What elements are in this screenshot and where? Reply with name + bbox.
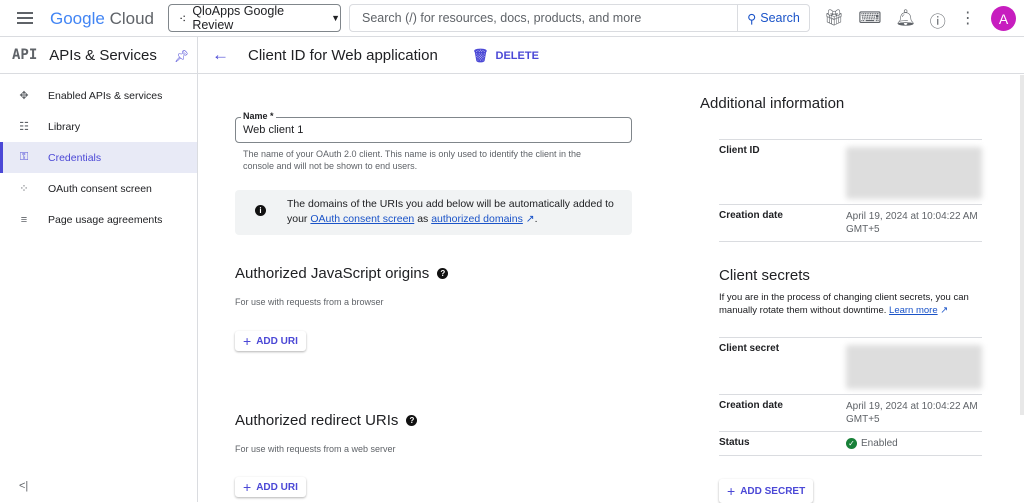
sidebar: API APIs & Services 📌︎ ✥ Enabled APIs & se… bbox=[0, 37, 198, 502]
add-redirect-uri-button[interactable]: + ADD URI bbox=[235, 477, 306, 497]
back-arrow-icon[interactable]: ← bbox=[212, 45, 229, 65]
trash-icon: 🗑︎ bbox=[472, 48, 489, 63]
avatar[interactable]: A bbox=[991, 6, 1016, 31]
status-label: Status bbox=[719, 437, 750, 448]
check-circle-icon: ✓ bbox=[846, 438, 857, 449]
name-help: The name of your OAuth 2.0 client. This … bbox=[243, 149, 582, 171]
client-secret-label: Client secret bbox=[719, 343, 780, 354]
logo-google: Google bbox=[50, 9, 105, 28]
help-icon[interactable]: ? bbox=[437, 268, 449, 279]
redirect-uris-heading: Authorized redirect URIs? bbox=[235, 412, 418, 429]
client-secrets-title: Client secrets bbox=[719, 267, 810, 284]
redirect-uris-title: Authorized redirect URIs bbox=[235, 412, 399, 429]
sidebar-item-label: Enabled APIs & services bbox=[48, 89, 163, 102]
client-secret-row: Client secret bbox=[719, 337, 982, 394]
delete-label: DELETE bbox=[495, 50, 539, 62]
terminal-icon[interactable]: ⌨ bbox=[858, 8, 881, 32]
name-value: Web client 1 bbox=[243, 124, 304, 136]
sidebar-item-credentials[interactable]: ⚿ Credentials bbox=[0, 142, 197, 173]
status-value: Enabled bbox=[861, 438, 898, 449]
client-id-row: Client ID bbox=[719, 139, 982, 204]
creation-date-label: Creation date bbox=[719, 210, 783, 221]
more-vert-icon[interactable]: ⋮ bbox=[960, 8, 976, 32]
scrollbar[interactable] bbox=[1020, 75, 1024, 415]
js-origins-title: Authorized JavaScript origins bbox=[235, 265, 430, 282]
js-origins-sub: For use with requests from a browser bbox=[235, 297, 384, 307]
status-row: Status ✓ Enabled bbox=[719, 431, 982, 455]
sidebar-title: APIs & Services bbox=[49, 46, 157, 64]
add-secret-label: ADD SECRET bbox=[740, 485, 806, 497]
search-placeholder: Search (/) for resources, docs, products… bbox=[362, 11, 642, 25]
secret-creation-value: April 19, 2024 at 10:04:22 AM GMT+5 bbox=[846, 401, 978, 425]
sidebar-item-label: Library bbox=[48, 120, 81, 133]
library-icon: ☷ bbox=[19, 121, 29, 133]
learn-more-link[interactable]: Learn more bbox=[889, 305, 938, 316]
gift-icon[interactable]: 🎁︎ bbox=[824, 8, 844, 32]
plus-icon: + bbox=[243, 333, 252, 349]
page-header: ← Client ID for Web application 🗑︎ DELETE bbox=[198, 37, 1024, 74]
page-title: Client ID for Web application bbox=[248, 47, 438, 64]
help-icon[interactable]: ? bbox=[406, 415, 418, 426]
creation-date-row: Creation date April 19, 2024 at 10:04:22 … bbox=[719, 204, 982, 241]
add-js-uri-button[interactable]: + ADD URI bbox=[235, 331, 306, 351]
info-icon: i bbox=[255, 205, 266, 216]
secret-creation-row: Creation date April 19, 2024 at 10:04:22 … bbox=[719, 394, 982, 431]
collapse-sidebar-icon[interactable]: <| bbox=[19, 480, 28, 492]
google-cloud-logo[interactable]: Google Cloud bbox=[50, 9, 154, 29]
menu-icon[interactable] bbox=[17, 12, 33, 24]
pin-icon[interactable]: 📌︎ bbox=[174, 49, 189, 63]
external-link-icon: ↗ bbox=[937, 305, 949, 316]
info-banner: i The domains of the URIs you add below w… bbox=[235, 190, 632, 235]
search-input[interactable]: Search (/) for resources, docs, products… bbox=[349, 4, 810, 32]
sidebar-item-oauth-consent[interactable]: ⁘ OAuth consent screen bbox=[0, 173, 197, 204]
client-secrets-desc: If you are in the process of changing cl… bbox=[719, 291, 984, 317]
search-icon: ⚲ bbox=[747, 11, 757, 26]
secret-creation-label: Creation date bbox=[719, 400, 783, 411]
consent-icon: ⁘ bbox=[19, 183, 29, 195]
project-picker[interactable]: ⁖ QloApps Google Review ▼ bbox=[168, 4, 341, 32]
sidebar-item-library[interactable]: ☷ Library bbox=[0, 111, 197, 142]
name-label: Name * bbox=[241, 111, 276, 121]
sidebar-item-label: Credentials bbox=[48, 151, 102, 164]
key-icon: ⚿ bbox=[19, 151, 29, 163]
sidebar-item-enabled-apis[interactable]: ✥ Enabled APIs & services bbox=[0, 80, 197, 111]
api-logo: API bbox=[12, 47, 38, 63]
apis-icon: ✥ bbox=[19, 90, 29, 102]
delete-button[interactable]: 🗑︎ DELETE bbox=[472, 48, 539, 64]
add-uri-label: ADD URI bbox=[256, 335, 298, 347]
js-origins-heading: Authorized JavaScript origins? bbox=[235, 265, 449, 282]
search-button[interactable]: ⚲ Search bbox=[737, 5, 809, 31]
bell-icon[interactable]: 🔔︎ bbox=[895, 8, 915, 32]
sidebar-item-label: Page usage agreements bbox=[48, 213, 163, 226]
additional-info-title: Additional information bbox=[700, 95, 845, 112]
external-link-icon: ↗ bbox=[522, 213, 535, 225]
add-secret-button[interactable]: + ADD SECRET bbox=[719, 479, 814, 503]
project-icon: ⁖ bbox=[179, 11, 187, 26]
client-secret-value-redacted bbox=[846, 343, 982, 389]
client-id-label: Client ID bbox=[719, 145, 760, 156]
logo-cloud: Cloud bbox=[109, 9, 154, 28]
project-name: QloApps Google Review bbox=[192, 4, 285, 32]
help-icon[interactable]: ⓘ bbox=[930, 8, 946, 32]
add-uri-label: ADD URI bbox=[256, 481, 298, 493]
plus-icon: + bbox=[727, 483, 736, 499]
sidebar-item-label: OAuth consent screen bbox=[48, 182, 152, 195]
name-input[interactable]: Name * Web client 1 bbox=[235, 111, 632, 143]
client-id-value-redacted bbox=[846, 145, 982, 199]
authorized-domains-link[interactable]: authorized domains bbox=[431, 213, 523, 225]
sidebar-item-page-usage[interactable]: ≡ Page usage agreements bbox=[0, 204, 197, 235]
oauth-consent-link[interactable]: OAuth consent screen bbox=[310, 213, 414, 225]
plus-icon: + bbox=[243, 479, 252, 495]
top-bar: Google Cloud ⁖ QloApps Google Review ▼ Sea… bbox=[0, 0, 1024, 37]
info-as: as bbox=[417, 213, 429, 225]
settings-list-icon: ≡ bbox=[20, 213, 28, 226]
redirect-uris-sub: For use with requests from a web server bbox=[235, 444, 396, 454]
creation-date-value: April 19, 2024 at 10:04:22 AM GMT+5 bbox=[846, 211, 978, 235]
search-button-label: Search bbox=[760, 11, 800, 25]
chevron-down-icon: ▼ bbox=[331, 13, 340, 23]
